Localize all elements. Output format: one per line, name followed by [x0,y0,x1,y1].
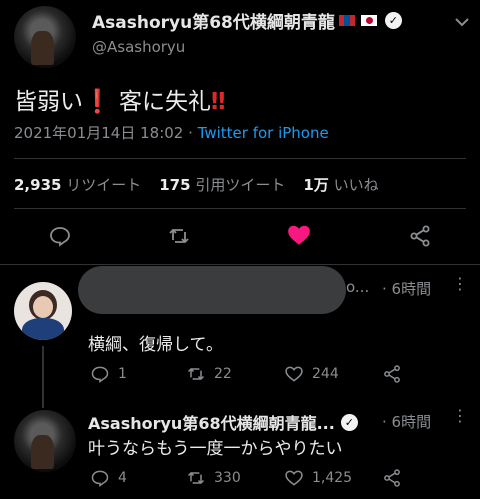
likes-label: いいね [333,176,379,194]
author-avatar[interactable] [14,6,76,68]
reply1-name-tail[interactable]: o... [346,278,369,296]
tweet-stats: 2,935 リツイート 175 引用ツイート 1万 いいね [14,174,379,195]
retweets-stat[interactable]: 2,935 リツイート [14,174,141,195]
reply2-display-name[interactable]: Asashoryu第68代横綱朝青龍... [88,410,335,434]
tweet-source-link[interactable]: Twitter for iPhone [198,124,329,142]
reply2-text: 叶うならもう一度一からやりたい [88,439,343,459]
retweet-icon [187,471,205,485]
quotes-label: 引用ツイート [195,176,286,194]
reply-count: 1 [118,366,127,382]
tweet-text: 皆弱い❗ 客に失礼‼ [14,82,225,116]
reply2-retweet-action[interactable]: 330 [186,468,241,488]
like-count: 244 [312,366,339,382]
reply-icon[interactable] [48,224,72,252]
tweet-timestamp[interactable]: 2021年01月14日 18:02 · [14,124,198,142]
quotes-count: 175 [159,176,191,194]
reply1-reply-action[interactable]: 1 [90,364,127,384]
divider [14,208,466,209]
reply2-reply-action[interactable]: 4 [90,468,127,488]
reply2-more-icon[interactable]: ⋮ [452,406,468,425]
retweet-count: 330 [214,470,241,486]
tweet-meta: 2021年01月14日 18:02 · Twitter for iPhone [14,122,329,143]
divider [0,264,480,265]
share-icon [384,365,400,383]
reply2-time[interactable]: · 6時間 [382,411,431,432]
more-options-icon[interactable] [452,12,472,32]
reply1-time[interactable]: · 6時間 [382,278,431,299]
reply2-like-action[interactable]: 1,425 [284,468,352,488]
reply2-share-action[interactable] [382,468,402,488]
retweets-label: リツイート [66,176,142,194]
like-count: 1,425 [312,470,353,486]
share-icon[interactable] [408,224,432,252]
retweet-icon[interactable] [166,224,192,252]
verified-badge-icon: ✓ [340,413,358,431]
reply1-retweet-action[interactable]: 22 [186,364,232,384]
share-icon [384,469,400,487]
reply-count: 4 [118,470,127,486]
author-display-name[interactable]: Asashoryu第68代横綱朝青龍 [92,8,335,33]
mongolia-flag-icon [338,15,355,26]
retweet-count: 22 [214,366,232,382]
tweet-text-main: 皆弱い [14,89,83,115]
reply1-avatar[interactable] [14,282,72,340]
quotes-stat[interactable]: 175 引用ツイート [159,174,285,195]
likes-count: 1万 [303,176,329,194]
reply1-share-action[interactable] [382,364,402,384]
reply2-avatar[interactable] [14,410,76,472]
like-icon [285,366,303,382]
thread-line [42,346,44,408]
retweet-icon [187,367,205,381]
divider [14,158,466,159]
double-exclamation-emoji: ‼ [210,89,226,115]
reply1-text: 横綱、復帰して。 [88,335,223,355]
author-handle[interactable]: @Asashoryu [92,38,185,56]
likes-stat[interactable]: 1万 いいね [303,174,378,195]
retweets-count: 2,935 [14,176,62,194]
japan-flag-icon [360,15,377,26]
reply-icon [91,366,109,383]
reply1-more-icon[interactable]: ⋮ [452,274,468,293]
tweet-text-rest: 客に失礼 [111,89,211,115]
reply1-like-action[interactable]: 244 [284,364,339,384]
like-icon [285,470,303,486]
exclamation-emoji: ❗ [83,89,112,115]
verified-badge-icon: ✓ [384,12,402,29]
like-filled-icon[interactable] [286,222,312,252]
reply1-name-redacted [78,266,346,314]
reply-icon [91,470,109,487]
